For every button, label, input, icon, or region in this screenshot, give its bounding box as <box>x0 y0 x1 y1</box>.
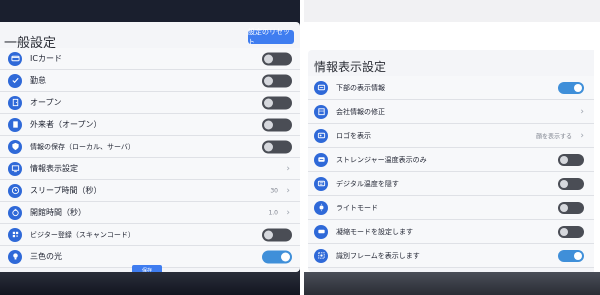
toggle-switch[interactable] <box>558 153 584 166</box>
toggle-switch[interactable] <box>262 140 292 153</box>
chevron-right-icon[interactable]: › <box>580 107 584 117</box>
display-setting-row-label: 下部の表示情報 <box>336 83 385 92</box>
general-setting-row-label: ビジター登録（スキャンコード） <box>30 230 135 239</box>
chevron-right-icon[interactable]: › <box>286 186 290 196</box>
card-icon <box>8 51 22 66</box>
display-setting-row[interactable]: 会社情報の修正 › <box>308 100 594 124</box>
general-setting-row-label: オープン <box>30 98 62 107</box>
display-setting-row-label: デジタル温度を隠す <box>336 179 399 188</box>
display-setting-row: 凝縮モードを設定します <box>308 220 594 244</box>
display-setting-row-label: 凝縮モードを設定します <box>336 227 413 236</box>
toggle-switch[interactable] <box>262 74 292 87</box>
display-settings-list: 下部の表示情報 会社情報の修正 › ロゴを表示 顔を表示する › ストレンジャー温度表示のみ… <box>308 76 594 268</box>
general-setting-row-label: スリープ時間（秒） <box>30 186 102 195</box>
general-setting-row[interactable]: 開館時間（秒） 1.0 › <box>0 202 300 224</box>
general-setting-row-label: 三色の光 <box>30 252 62 261</box>
display-setting-row: 識別フレームを表示します <box>308 244 594 268</box>
display-icon <box>8 161 22 176</box>
toggle-switch[interactable] <box>262 228 292 241</box>
document-icon <box>8 117 22 132</box>
general-settings-list: ICカード勤怠オープン外来者（オープン） 情報の保存（ローカル、サーバ） 情報表示設… <box>0 48 300 268</box>
toggle-switch[interactable] <box>558 177 584 190</box>
display-setting-row: デジタル温度を隠す <box>308 172 594 196</box>
toggle-switch[interactable] <box>558 249 584 262</box>
building-icon <box>314 104 328 119</box>
shield-icon <box>8 139 22 154</box>
general-setting-row-label: 外来者（オープン） <box>30 120 102 129</box>
toggle-switch[interactable] <box>262 118 292 131</box>
frame-icon <box>314 248 328 263</box>
clock-icon <box>8 183 22 198</box>
general-setting-row[interactable]: スリープ時間（秒） 30 › <box>0 180 300 202</box>
toggle-switch[interactable] <box>558 225 584 238</box>
display-setting-row: 下部の表示情報 <box>308 76 594 100</box>
setting-value: 1.0 <box>268 209 278 216</box>
background-wall <box>304 0 600 22</box>
general-setting-row: ビジター登録（スキャンコード） <box>0 224 300 246</box>
toggle-switch[interactable] <box>558 81 584 94</box>
chevron-right-icon[interactable]: › <box>580 131 584 141</box>
display-setting-row-label: 識別フレームを表示します <box>336 251 420 260</box>
chevron-right-icon[interactable]: › <box>286 208 290 218</box>
general-setting-row: オープン <box>0 92 300 114</box>
toggle-switch[interactable] <box>262 250 292 263</box>
bulb-icon <box>8 249 22 264</box>
info-icon <box>314 80 328 95</box>
general-setting-row: 勤怠 <box>0 70 300 92</box>
page-title: 情報表示設定 <box>314 60 387 74</box>
display-setting-row: ライトモード <box>308 196 594 220</box>
compact-icon <box>314 224 328 239</box>
display-setting-row-label: ストレンジャー温度表示のみ <box>336 155 427 164</box>
light-icon <box>314 200 328 215</box>
device-bezel <box>0 272 300 295</box>
reset-settings-button[interactable]: 設定のリセット <box>248 28 294 46</box>
display-setting-row-label: ライトモード <box>336 203 378 212</box>
thermometer-icon <box>314 152 328 167</box>
digital-icon <box>314 176 328 191</box>
display-settings-photo: 情報表示設定 下部の表示情報 会社情報の修正 › ロゴを表示 顔を表示する › ストレンジャ… <box>304 0 600 295</box>
general-setting-row: 情報の保存（ローカル、サーバ） <box>0 136 300 158</box>
device-bezel <box>304 272 600 295</box>
qr-icon <box>8 227 22 242</box>
logo-icon <box>314 128 328 143</box>
setting-value: 30 <box>270 187 278 194</box>
door-icon <box>8 95 22 110</box>
general-setting-row-label: 情報の保存（ローカル、サーバ） <box>30 142 135 151</box>
display-setting-row[interactable]: ロゴを表示 顔を表示する › <box>308 124 594 148</box>
setting-value: 顔を表示する <box>535 133 572 140</box>
toggle-switch[interactable] <box>262 52 292 65</box>
display-setting-row-label: ロゴを表示 <box>336 131 371 140</box>
general-setting-row-label: 情報表示設定 <box>30 164 78 173</box>
toggle-switch[interactable] <box>262 96 292 109</box>
display-setting-row-label: 会社情報の修正 <box>336 107 385 116</box>
general-settings-screen: 一般設定 設定のリセット ICカード 勤怠 オープン 外来者（オープン） 情報の保存（ロ… <box>0 22 300 272</box>
general-setting-row-label: ICカード <box>30 54 62 63</box>
general-setting-row-label: 勤怠 <box>30 76 46 85</box>
toggle-switch[interactable] <box>558 201 584 214</box>
chevron-right-icon[interactable]: › <box>286 164 290 174</box>
timer-icon <box>8 205 22 220</box>
check-icon <box>8 73 22 88</box>
general-setting-row[interactable]: 情報表示設定 › <box>0 158 300 180</box>
general-setting-row-label: 開館時間（秒） <box>30 208 86 217</box>
general-setting-row: ICカード <box>0 48 300 70</box>
general-settings-photo: 一般設定 設定のリセット ICカード 勤怠 オープン 外来者（オープン） 情報の保存（ロ… <box>0 0 300 295</box>
general-setting-row: 外来者（オープン） <box>0 114 300 136</box>
display-setting-row: ストレンジャー温度表示のみ <box>308 148 594 172</box>
save-button[interactable]: 保存 <box>132 265 162 272</box>
display-settings-screen: 情報表示設定 下部の表示情報 会社情報の修正 › ロゴを表示 顔を表示する › ストレンジャ… <box>308 50 594 272</box>
